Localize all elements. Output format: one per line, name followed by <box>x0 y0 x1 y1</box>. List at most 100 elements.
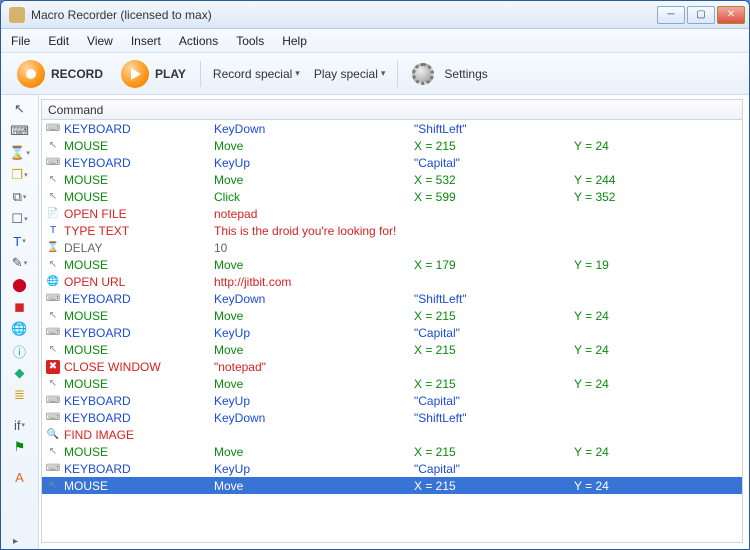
menu-edit[interactable]: Edit <box>48 34 69 48</box>
table-row[interactable]: ⌨KEYBOARDKeyDown"ShiftLeft" <box>42 290 742 307</box>
cell-c2: Move <box>214 309 414 323</box>
minimize-button[interactable]: ─ <box>657 6 685 24</box>
maximize-button[interactable]: ▢ <box>687 6 715 24</box>
cell-c2: "notepad" <box>214 360 414 374</box>
menu-help[interactable]: Help <box>282 34 307 48</box>
table-row[interactable]: ↖MOUSEMoveX = 532Y = 244 <box>42 171 742 188</box>
cell-c2: Click <box>214 190 414 204</box>
table-row[interactable]: 📄OPEN FILEnotepad <box>42 205 742 222</box>
menu-tools[interactable]: Tools <box>236 34 264 48</box>
label-icon[interactable]: A <box>9 467 31 487</box>
cell-c2: KeyUp <box>214 462 414 476</box>
table-row[interactable]: ↖MOUSEMoveX = 215Y = 24 <box>42 341 742 358</box>
cell-c2: KeyUp <box>214 326 414 340</box>
cell-c3: "ShiftLeft" <box>414 292 574 306</box>
row-icon: ↖ <box>46 445 60 459</box>
cell-c1: OPEN URL <box>64 275 214 289</box>
play-special-button[interactable]: Play special <box>308 63 392 85</box>
menu-insert[interactable]: Insert <box>131 34 161 48</box>
table-row[interactable]: ↖MOUSEMoveX = 215Y = 24 <box>42 443 742 460</box>
cell-c3: X = 215 <box>414 445 574 459</box>
settings-button[interactable]: Settings <box>404 59 495 89</box>
settings-label: Settings <box>444 67 487 81</box>
table-row[interactable]: ↖MOUSEMoveX = 215Y = 24 <box>42 307 742 324</box>
table-row[interactable]: ↖MOUSEMoveX = 179Y = 19 <box>42 256 742 273</box>
table-row[interactable]: ✖CLOSE WINDOW"notepad" <box>42 358 742 375</box>
info-icon[interactable]: ⓘ <box>9 341 31 361</box>
column-header[interactable]: Command <box>42 100 742 120</box>
table-row[interactable]: ⌨KEYBOARDKeyUp"Capital" <box>42 460 742 477</box>
new-icon[interactable]: ❐ <box>9 165 31 185</box>
cell-c1: MOUSE <box>64 173 214 187</box>
table-row[interactable]: 🌐OPEN URLhttp://jitbit.com <box>42 273 742 290</box>
record-special-button[interactable]: Record special <box>207 63 306 85</box>
cell-c1: KEYBOARD <box>64 462 214 476</box>
wand-icon[interactable]: ✎ <box>9 253 31 273</box>
table-row[interactable]: 🔍FIND IMAGE <box>42 426 742 443</box>
table-row[interactable]: ↖MOUSEMoveX = 215Y = 24 <box>42 137 742 154</box>
table-row[interactable]: ⌨KEYBOARDKeyUp"Capital" <box>42 324 742 341</box>
row-icon: ↖ <box>46 309 60 323</box>
table-row[interactable]: ↖MOUSEMoveX = 215Y = 24 <box>42 375 742 392</box>
cell-c4: Y = 24 <box>574 343 742 357</box>
sidebar: ↖⌨⌛❐⧉☐T✎⬤◼🌐ⓘ◆≣ if⚑ A ▸ <box>1 95 39 549</box>
keyboard-icon[interactable]: ⌨ <box>9 121 31 141</box>
row-icon: ⌨ <box>46 394 60 408</box>
cursor-icon[interactable]: ↖ <box>9 99 31 119</box>
cell-c2: Move <box>214 343 414 357</box>
text-icon[interactable]: T <box>9 231 31 251</box>
row-icon: ↖ <box>46 190 60 204</box>
titlebar[interactable]: Macro Recorder (licensed to max) ─ ▢ ✕ <box>1 1 749 29</box>
color-icon[interactable]: ⬤ <box>9 275 31 295</box>
row-icon: ⌨ <box>46 122 60 136</box>
row-icon: 🔍 <box>46 428 60 442</box>
cell-c2: KeyDown <box>214 122 414 136</box>
cell-c3: X = 215 <box>414 377 574 391</box>
cell-c1: MOUSE <box>64 377 214 391</box>
cell-c4: Y = 352 <box>574 190 742 204</box>
cell-c3: "Capital" <box>414 326 574 340</box>
cell-c1: MOUSE <box>64 445 214 459</box>
play-button[interactable]: PLAY <box>113 56 194 92</box>
table-row[interactable]: ⌨KEYBOARDKeyUp"Capital" <box>42 154 742 171</box>
hourglass-icon[interactable]: ⌛ <box>9 143 31 163</box>
table-row[interactable]: ⌛DELAY10 <box>42 239 742 256</box>
cell-c2: KeyUp <box>214 156 414 170</box>
stop-icon[interactable]: ◼ <box>9 297 31 317</box>
toolbar: RECORD PLAY Record special Play special … <box>1 53 749 95</box>
flag-icon[interactable]: ⚑ <box>9 437 31 457</box>
row-icon: ⌨ <box>46 411 60 425</box>
cell-c4: Y = 24 <box>574 377 742 391</box>
app-icon[interactable]: ◆ <box>9 363 31 383</box>
record-icon <box>17 60 45 88</box>
table-row[interactable]: ↖MOUSEMoveX = 215Y = 24 <box>42 477 742 494</box>
menu-file[interactable]: File <box>11 34 30 48</box>
table-row[interactable]: ⌨KEYBOARDKeyDown"ShiftLeft" <box>42 120 742 137</box>
cell-c3: X = 599 <box>414 190 574 204</box>
row-icon: ↖ <box>46 343 60 357</box>
copy-icon[interactable]: ⧉ <box>9 187 31 207</box>
if-icon[interactable]: if <box>9 415 31 435</box>
generic-icon[interactable]: ☐ <box>9 209 31 229</box>
record-button[interactable]: RECORD <box>9 56 111 92</box>
menu-actions[interactable]: Actions <box>179 34 218 48</box>
table-row[interactable]: ↖ MOUSEClickX = 599Y = 352 <box>42 188 742 205</box>
table-row[interactable]: TTYPE TEXTThis is the droid you're looki… <box>42 222 742 239</box>
expand-icon[interactable]: ▸ <box>13 536 18 547</box>
cell-c2: notepad <box>214 207 414 221</box>
globe-icon[interactable]: 🌐 <box>9 319 31 339</box>
menu-view[interactable]: View <box>87 34 113 48</box>
script-icon[interactable]: ≣ <box>9 385 31 405</box>
cell-c2: Move <box>214 139 414 153</box>
cell-c4: Y = 19 <box>574 258 742 272</box>
cell-c4: Y = 24 <box>574 445 742 459</box>
cell-c3: X = 215 <box>414 139 574 153</box>
close-button[interactable]: ✕ <box>717 6 745 24</box>
table-row[interactable]: ⌨KEYBOARDKeyDown"ShiftLeft" <box>42 409 742 426</box>
cell-c3: X = 215 <box>414 479 574 493</box>
cell-c2: This is the droid you're looking for! <box>214 224 414 238</box>
cell-c1: TYPE TEXT <box>64 224 214 238</box>
cell-c1: MOUSE <box>64 343 214 357</box>
table-row[interactable]: ⌨KEYBOARDKeyUp"Capital" <box>42 392 742 409</box>
cell-c1: MOUSE <box>64 190 214 204</box>
